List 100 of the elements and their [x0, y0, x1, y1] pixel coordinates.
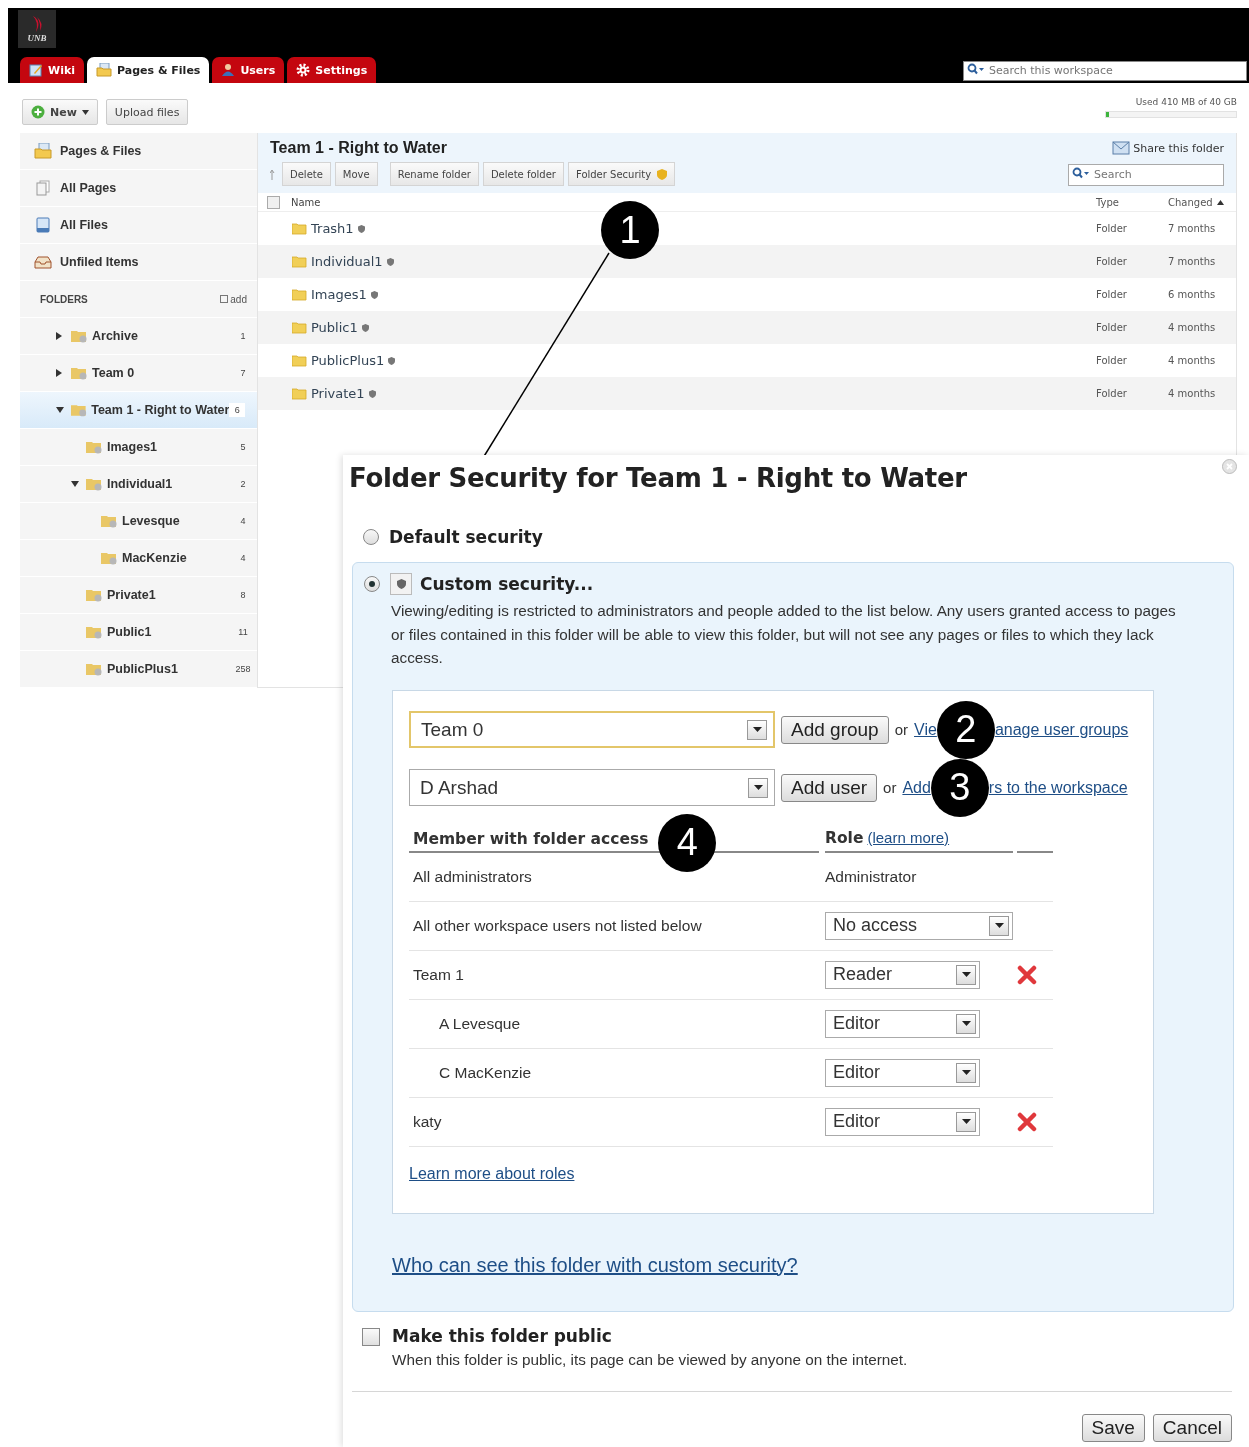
folder-tree-item[interactable]: Individual1 2: [20, 466, 257, 503]
folder-link[interactable]: Private1: [311, 386, 365, 401]
folder-tree-item[interactable]: Images1 5: [20, 429, 257, 466]
expand-arrow-icon[interactable]: [56, 332, 62, 340]
caret-icon: [989, 915, 1009, 936]
option-description: Viewing/editing is restricted to administrators and people added to the list below. Any users granted access to pages or files contained in this folder will be able to view this folder, but will not see any pages or files to which they lack access.: [391, 601, 1177, 668]
link[interactable]: anage user groups: [994, 720, 1129, 739]
toolbar-button[interactable]: Delete folder: [482, 162, 564, 186]
nav-tab[interactable]: Pages & Files: [87, 57, 210, 83]
column-header[interactable]: Type: [1096, 196, 1168, 208]
who-can-see-link[interactable]: Who can see this folder with custom security?: [392, 1253, 798, 1277]
radio-button[interactable]: [363, 529, 379, 545]
shield-icon: [368, 389, 376, 398]
role-text: Administrator: [825, 867, 917, 886]
inbox-icon: [34, 254, 52, 270]
folder-icon: [86, 440, 103, 454]
folder-icon: [292, 321, 307, 334]
sidebar-item[interactable]: Pages & Files: [20, 133, 257, 170]
table-cell-text: 6 months: [1168, 289, 1217, 300]
folder-icon: [101, 514, 118, 528]
folder-tree-item[interactable]: Archive 1: [20, 318, 257, 355]
folder-tree-item[interactable]: Private1 8: [20, 577, 257, 614]
sidebar-item[interactable]: Unfiled Items: [20, 244, 257, 281]
nav-tab[interactable]: Users: [212, 57, 285, 83]
add-group-button[interactable]: Add group: [781, 715, 889, 744]
member-name: A Levesque: [439, 1014, 520, 1032]
column-header: Role: [825, 828, 864, 847]
search-icon[interactable]: [1072, 167, 1090, 179]
nav-tab[interactable]: Wiki: [20, 57, 84, 83]
folder-icon: [292, 255, 307, 268]
column-header: Member with folder access: [413, 829, 649, 848]
callout-marker: 2: [936, 700, 995, 759]
envelope-icon: [1112, 141, 1131, 155]
expand-arrow-icon[interactable]: [56, 369, 62, 377]
folder-tree-item[interactable]: Public1 11: [20, 614, 257, 651]
toolbar-button[interactable]: Folder Security: [568, 162, 676, 186]
folder-tree-item[interactable]: MacKenzie 4: [20, 540, 257, 577]
shield-icon: [388, 356, 396, 365]
link[interactable]: rs to the workspace: [988, 778, 1128, 797]
role-dropdown[interactable]: Reader: [825, 960, 980, 989]
folder-icon: [34, 143, 52, 159]
column-header[interactable]: Name: [291, 196, 321, 208]
remove-icon[interactable]: [1017, 1111, 1037, 1132]
nav-tab[interactable]: Settings: [287, 57, 377, 83]
or-text: or: [883, 779, 897, 796]
folder-title: Team 1 - Right to Water: [270, 139, 447, 157]
folder-icon: [292, 288, 307, 301]
upload-button[interactable]: Upload files: [105, 99, 189, 125]
role-dropdown[interactable]: Editor: [825, 1058, 980, 1087]
sidebar-item[interactable]: All Files: [20, 207, 257, 244]
learn-more-link[interactable]: Learn more about roles: [409, 1164, 575, 1183]
folder-tree-item[interactable]: Team 1 - Right to Water 6: [20, 392, 257, 429]
gear-icon: [296, 63, 311, 77]
user-dropdown[interactable]: D Arshad: [409, 769, 775, 806]
role-dropdown[interactable]: Editor: [825, 1107, 980, 1136]
remove-icon[interactable]: [1017, 964, 1037, 985]
add-user-button[interactable]: Add user: [781, 773, 878, 802]
member-name: All other workspace users not listed below: [413, 916, 702, 934]
radio-button[interactable]: [364, 576, 380, 592]
folder-tree-item[interactable]: Levesque 4: [20, 503, 257, 540]
caret-icon: [956, 1062, 976, 1083]
member-name: katy: [413, 1112, 442, 1130]
public-checkbox[interactable]: [362, 1328, 380, 1346]
folder-link[interactable]: Trash1: [311, 221, 354, 236]
link[interactable]: Vie: [914, 720, 937, 739]
role-dropdown[interactable]: Editor: [825, 1009, 980, 1038]
collapse-arrow-icon[interactable]: [56, 407, 64, 413]
role-dropdown[interactable]: No access: [825, 911, 1013, 940]
search-field[interactable]: Search: [1068, 163, 1224, 186]
folder-link[interactable]: Individual1: [311, 254, 383, 269]
sort-icon: [1216, 199, 1224, 205]
folder-link[interactable]: PublicPlus1: [311, 353, 385, 368]
folder-link[interactable]: Public1: [311, 320, 358, 335]
folder-tree-item[interactable]: PublicPlus1 258: [20, 651, 257, 688]
save-button[interactable]: Save: [1081, 1414, 1145, 1442]
folder-icon: [292, 354, 307, 367]
sidebar-item[interactable]: All Pages: [20, 170, 257, 207]
caret-icon: [956, 1013, 976, 1034]
table-cell-text: Folder: [1096, 223, 1128, 234]
link[interactable]: Add: [902, 778, 931, 797]
group-dropdown[interactable]: Team 0: [409, 711, 775, 748]
shield-icon: [386, 257, 394, 266]
cancel-button[interactable]: Cancel: [1152, 1414, 1232, 1442]
search-icon[interactable]: [967, 63, 985, 75]
share-link[interactable]: Share this folder: [1112, 141, 1224, 155]
caret-icon: [747, 719, 767, 740]
shield-icon: [390, 573, 412, 595]
toolbar-button[interactable]: Delete: [282, 162, 331, 186]
new-button[interactable]: New: [22, 99, 98, 125]
learn-more-link[interactable]: (learn more): [867, 829, 950, 846]
collapse-arrow-icon[interactable]: [71, 481, 79, 487]
select-all-checkbox[interactable]: [267, 195, 280, 209]
logo: UNB: [18, 10, 56, 48]
add-folder-link[interactable]: add: [220, 293, 247, 305]
toolbar-button[interactable]: Rename folder: [389, 162, 479, 186]
folder-link[interactable]: Images1: [311, 287, 367, 302]
option-description: When this folder is public, its page can be viewed by anyone on the internet.: [392, 1351, 908, 1369]
toolbar-button[interactable]: Move: [334, 162, 378, 186]
column-header[interactable]: Changed: [1168, 196, 1213, 208]
search-field[interactable]: Search this workspace: [963, 60, 1247, 81]
